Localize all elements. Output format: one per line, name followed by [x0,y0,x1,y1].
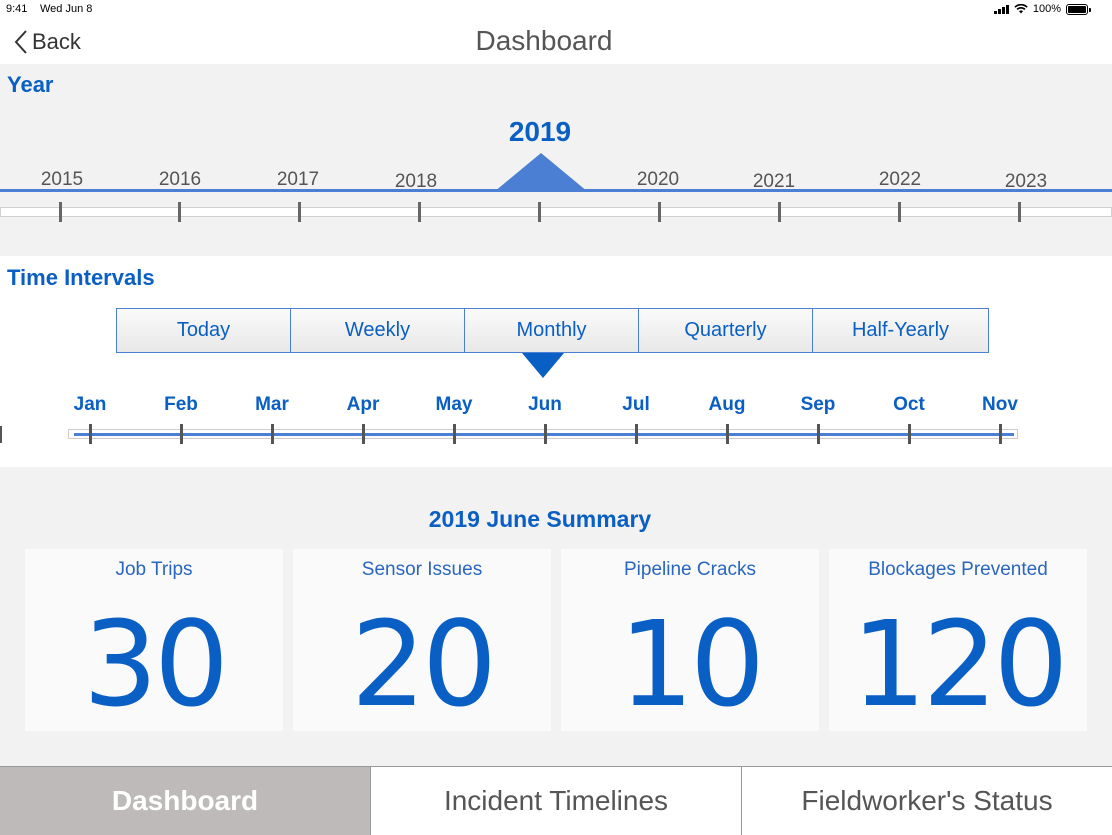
year-tick [898,202,901,222]
interval-tabs: Today Weekly Monthly Quarterly Half-Year… [116,308,989,353]
month-option[interactable]: Jul [606,394,666,416]
tab-fieldworkers-status[interactable]: Fieldworker's Status [742,767,1112,835]
month-option[interactable]: Nov [970,394,1030,416]
month-tick [271,424,274,444]
status-bar: 9:41 Wed Jun 8 100% [0,0,1112,20]
month-tick [89,424,92,444]
selected-interval-pointer-icon [522,353,564,378]
month-tick [635,424,638,444]
month-tick [544,424,547,444]
month-option[interactable]: May [424,394,484,416]
card-label: Job Trips [115,559,193,580]
month-tick [453,424,456,444]
card-value: 10 [618,595,765,733]
status-indicators: 100% [993,3,1091,15]
page-title: Dashboard [475,25,613,56]
battery-icon [1066,3,1091,15]
year-option[interactable]: 2016 [140,169,220,191]
month-tick [726,424,729,444]
navigation-bar: Back Dashboard [0,20,1112,64]
month-tick [180,424,183,444]
month-option[interactable]: Sep [788,394,848,416]
tab-quarterly[interactable]: Quarterly [638,308,812,353]
year-selector: Year 2019 2015 2016 2017 2018 2020 2021 … [0,64,1112,256]
time-interval-selector: Time Intervals Today Weekly Monthly Quar… [0,256,1112,467]
month-option[interactable]: Apr [333,394,393,416]
tab-weekly[interactable]: Weekly [290,308,464,353]
year-tick [298,202,301,222]
card-label: Pipeline Cracks [624,559,756,580]
month-option[interactable]: Jan [60,394,120,416]
month-option[interactable]: Oct [879,394,939,416]
card-label: Blockages Prevented [868,559,1048,580]
year-tick [178,202,181,222]
year-option[interactable]: 2022 [860,169,940,191]
year-section-title: Year [7,72,54,97]
tab-half-yearly[interactable]: Half-Yearly [812,308,989,353]
card-value: 120 [851,595,1068,733]
year-pointer-triangle-icon[interactable] [494,153,588,192]
month-option[interactable]: Mar [242,394,302,416]
year-option[interactable]: 2015 [22,169,102,191]
tab-monthly[interactable]: Monthly [464,308,638,353]
tab-incident-timelines[interactable]: Incident Timelines [371,767,742,835]
summary-card-pipeline-cracks: Pipeline Cracks 10 [561,549,819,733]
status-time: 9:41 [6,3,28,15]
month-tick [908,424,911,444]
card-label: Sensor Issues [361,559,483,580]
selected-year: 2019 [508,116,572,147]
interval-section-title: Time Intervals [7,265,155,290]
card-value: 20 [350,595,497,733]
battery-percent: 100% [1032,3,1061,15]
summary-card-blockages-prevented: Blockages Prevented 120 [829,549,1087,733]
tab-dashboard[interactable]: Dashboard [0,767,371,835]
summary-title: 2019 June Summary [428,506,652,532]
card-value: 30 [82,595,229,733]
year-slider-track[interactable] [0,207,1112,217]
year-tick [778,202,781,222]
status-date: Wed Jun 8 [40,3,93,15]
month-option[interactable]: Feb [151,394,211,416]
year-tick [658,202,661,222]
cellular-signal-icon [993,4,1009,14]
wifi-icon [1014,4,1028,14]
year-option[interactable]: 2017 [258,169,338,191]
tab-today[interactable]: Today [116,308,290,353]
month-tick [999,424,1002,444]
summary-card-sensor-issues: Sensor Issues 20 [293,549,551,733]
bottom-tab-bar: Dashboard Incident Timelines Fieldworker… [0,766,1112,835]
slider-edge-marker [0,426,2,443]
year-tick [418,202,421,222]
month-option[interactable]: Jun [515,394,575,416]
year-tick [538,202,541,222]
month-tick [817,424,820,444]
year-option[interactable]: 2020 [618,169,698,191]
year-tick [1018,202,1021,222]
summary-card-job-trips: Job Trips 30 [25,549,283,733]
month-option[interactable]: Aug [697,394,757,416]
year-tick [59,202,62,222]
month-tick [362,424,365,444]
